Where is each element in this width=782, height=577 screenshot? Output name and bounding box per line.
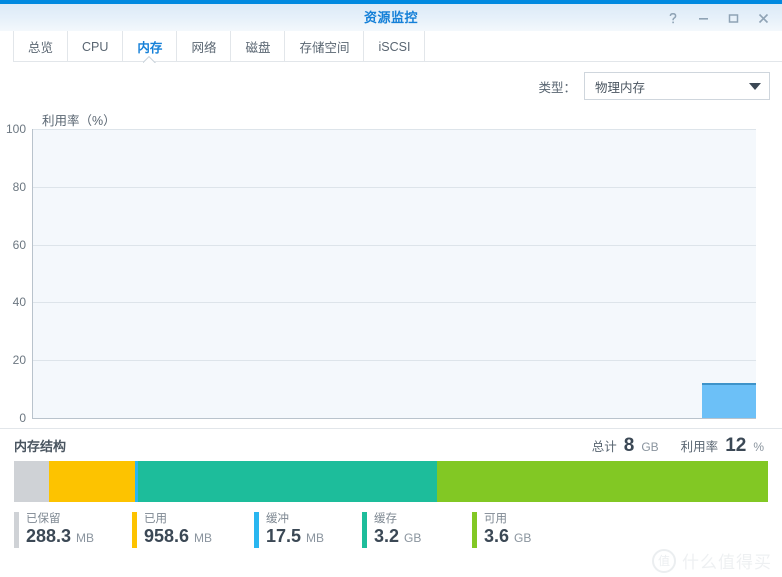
window-titlebar: 资源监控 bbox=[0, 0, 782, 31]
memory-legend-item: 已保留 288.3 MB bbox=[14, 512, 132, 548]
memory-legend-item: 缓存 3.2 GB bbox=[362, 512, 472, 548]
legend-item-label: 缓冲 bbox=[266, 513, 289, 525]
tab-5[interactable]: 磁盘 bbox=[230, 31, 284, 62]
type-select[interactable]: 物理内存 bbox=[584, 72, 770, 100]
summary-stat-label: 总计 bbox=[591, 440, 617, 454]
legend-item-value: 288.3 bbox=[26, 526, 72, 546]
legend-item-label: 已用 bbox=[144, 513, 167, 525]
window-controls bbox=[660, 7, 776, 29]
summary-stat-label: 利用率 bbox=[680, 440, 719, 454]
tab-1[interactable]: 总览 bbox=[13, 31, 67, 62]
tab-4[interactable]: 网络 bbox=[176, 31, 230, 62]
memory-structure-title: 内存结构 bbox=[14, 439, 67, 454]
legend-value-row: 3.2 GB bbox=[374, 526, 421, 548]
chart-gridline bbox=[33, 186, 756, 188]
close-icon[interactable] bbox=[750, 7, 776, 29]
memory-structure-header: 内存结构 总计 8 GB 利用率 12% bbox=[14, 429, 768, 459]
memory-bar-segment bbox=[48, 461, 135, 502]
legend-item-value: 17.5 bbox=[266, 526, 302, 546]
legend-color-swatch bbox=[362, 512, 367, 548]
memory-legend-item: 可用 3.6 GB bbox=[472, 512, 582, 548]
memory-bar-segment bbox=[436, 461, 768, 502]
chart-gridline bbox=[33, 302, 756, 304]
legend-value-row: 17.5 MB bbox=[266, 526, 324, 548]
memory-bar-segment bbox=[14, 461, 49, 502]
legend-item-unit: GB bbox=[514, 531, 532, 545]
legend-item-label: 可用 bbox=[484, 513, 507, 525]
tab-3[interactable]: 内存 bbox=[122, 31, 176, 62]
legend-item-label: 缓存 bbox=[374, 513, 397, 525]
summary-stat: 总计 8 GB bbox=[592, 435, 659, 457]
chart-gridline bbox=[33, 244, 756, 246]
memory-legend-item: 缓冲 17.5 MB bbox=[254, 512, 362, 548]
tab-label: iSCSI bbox=[378, 39, 411, 54]
tab-label: 网络 bbox=[191, 41, 217, 55]
chart-gridline bbox=[33, 129, 756, 130]
summary-stat-unit: % bbox=[753, 440, 764, 454]
tab-label: 存储空间 bbox=[299, 41, 350, 55]
y-axis-tick-label: 0 bbox=[19, 411, 26, 425]
tab-2[interactable]: CPU bbox=[67, 31, 122, 62]
memory-legend-item: 已用 958.6 MB bbox=[132, 512, 254, 548]
memory-bar-segment bbox=[137, 461, 437, 502]
y-axis-tick-label: 60 bbox=[12, 237, 26, 252]
legend-body: 缓存 3.2 GB bbox=[374, 512, 421, 548]
tab-underline bbox=[13, 61, 782, 62]
chevron-down-icon bbox=[749, 82, 761, 90]
maximize-icon[interactable] bbox=[720, 7, 746, 29]
legend-body: 已用 958.6 MB bbox=[144, 512, 212, 548]
type-label: 类型： bbox=[538, 80, 576, 95]
tab-label: 内存 bbox=[137, 41, 163, 55]
memory-legend: 已保留 288.3 MB 已用 958.6 MB 缓冲 17.5 MB 缓存 3.2 GB 可用 3.6 G… bbox=[14, 512, 768, 558]
chart-toolbar: 类型： 物理内存 bbox=[0, 62, 782, 110]
tab-7[interactable]: iSCSI bbox=[363, 31, 424, 62]
resource-monitor-window: 资源监控 总览 CPU 内存 网络 磁盘 存储空间 iSCSI 类型： 物理内存… bbox=[0, 0, 782, 577]
chart-plot-area bbox=[32, 129, 756, 419]
legend-color-swatch bbox=[472, 512, 477, 548]
memory-summary-stats: 总计 8 GB 利用率 12% bbox=[592, 435, 768, 457]
utilization-chart: 利用率（%） 0 20 40 60 80 100 bbox=[0, 110, 770, 428]
legend-item-value: 3.6 bbox=[484, 526, 510, 546]
chart-gridline bbox=[33, 360, 756, 362]
tab-label: 总览 bbox=[28, 41, 54, 55]
legend-body: 可用 3.6 GB bbox=[484, 512, 531, 548]
tab-6[interactable]: 存储空间 bbox=[284, 31, 363, 62]
summary-stat-value: 8 bbox=[623, 435, 635, 456]
legend-item-unit: MB bbox=[306, 531, 325, 545]
tab-label: 磁盘 bbox=[245, 41, 271, 55]
summary-stat-unit: GB bbox=[641, 440, 659, 454]
tab-bar: 总览 CPU 内存 网络 磁盘 存储空间 iSCSI bbox=[0, 31, 782, 62]
legend-value-row: 3.6 GB bbox=[484, 526, 531, 548]
legend-item-value: 958.6 bbox=[144, 526, 190, 546]
legend-value-row: 958.6 MB bbox=[144, 526, 212, 548]
y-axis-tick-label: 20 bbox=[12, 353, 26, 368]
tab-label: CPU bbox=[82, 39, 109, 54]
legend-color-swatch bbox=[254, 512, 259, 548]
type-select-value: 物理内存 bbox=[595, 80, 646, 95]
legend-item-unit: MB bbox=[194, 531, 213, 545]
legend-item-value: 3.2 bbox=[374, 526, 400, 546]
legend-item-unit: GB bbox=[404, 531, 422, 545]
summary-stat: 利用率 12% bbox=[681, 435, 764, 457]
minimize-icon[interactable] bbox=[690, 7, 716, 29]
legend-item-label: 已保留 bbox=[26, 513, 61, 525]
legend-body: 缓冲 17.5 MB bbox=[266, 512, 324, 548]
y-axis-tick-label: 40 bbox=[12, 295, 26, 310]
legend-item-unit: MB bbox=[76, 531, 95, 545]
chart-title: 利用率（%） bbox=[42, 114, 116, 128]
memory-structure-section: 内存结构 总计 8 GB 利用率 12% 已保留 288.3 MB 已用 958.6 MB 缓冲 17… bbox=[0, 428, 782, 558]
legend-value-row: 288.3 MB bbox=[26, 526, 94, 548]
memory-usage-bar bbox=[14, 461, 768, 502]
chart-area-series bbox=[701, 383, 756, 418]
help-icon[interactable] bbox=[660, 7, 686, 29]
legend-body: 已保留 288.3 MB bbox=[26, 512, 94, 548]
y-axis-tick-label: 80 bbox=[12, 179, 26, 194]
legend-color-swatch bbox=[14, 512, 19, 548]
tab-bar-end-divider bbox=[424, 31, 426, 62]
summary-stat-value: 12 bbox=[725, 435, 747, 456]
legend-color-swatch bbox=[132, 512, 137, 548]
y-axis-tick-label: 100 bbox=[5, 122, 26, 136]
